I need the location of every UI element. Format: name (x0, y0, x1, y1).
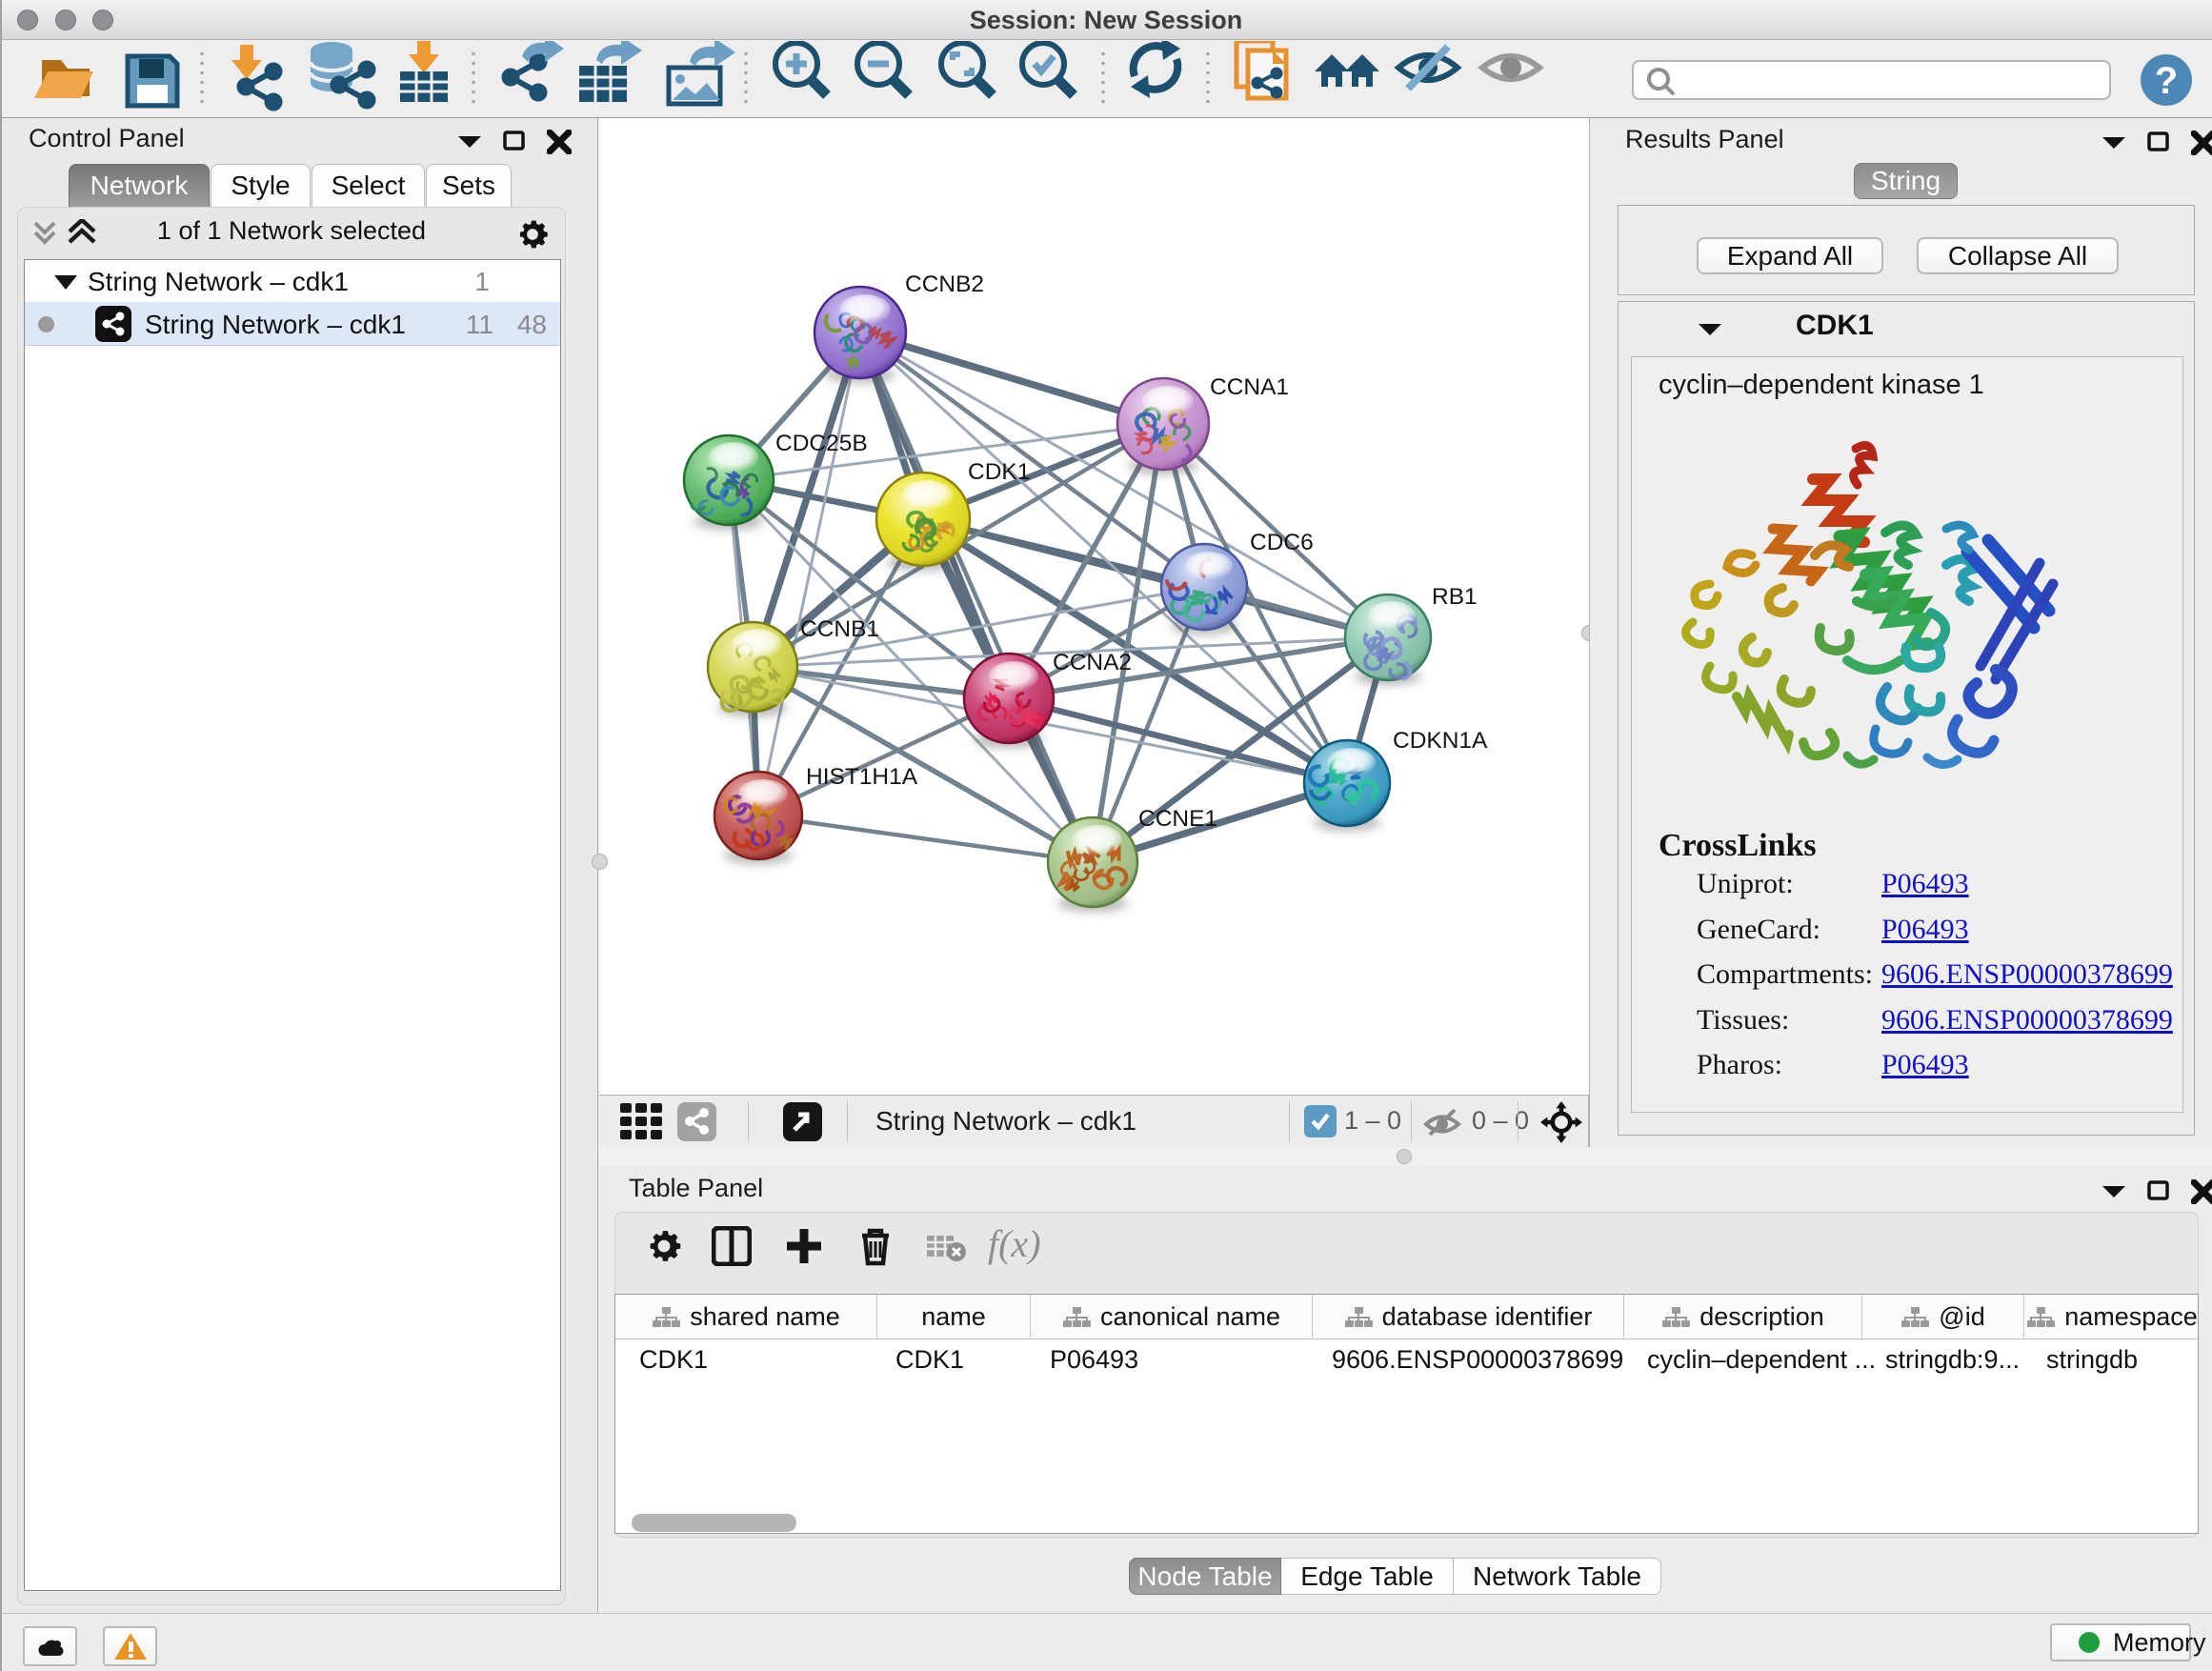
svg-text:CDC6: CDC6 (1250, 530, 1314, 555)
svg-text:RB1: RB1 (1432, 584, 1478, 610)
svg-text:CCNA2: CCNA2 (1053, 650, 1132, 675)
svg-text:CDK1: CDK1 (968, 459, 1030, 485)
svg-text:CDC25B: CDC25B (775, 431, 868, 456)
svg-text:HIST1H1A: HIST1H1A (806, 764, 918, 790)
svg-text:?: ? (2155, 60, 2178, 102)
svg-text:CCNA1: CCNA1 (1210, 374, 1289, 400)
svg-text:CCNB2: CCNB2 (905, 272, 984, 297)
svg-text:CDKN1A: CDKN1A (1393, 728, 1488, 754)
svg-text:CCNE1: CCNE1 (1138, 806, 1217, 832)
svg-text:CCNB1: CCNB1 (800, 616, 879, 642)
